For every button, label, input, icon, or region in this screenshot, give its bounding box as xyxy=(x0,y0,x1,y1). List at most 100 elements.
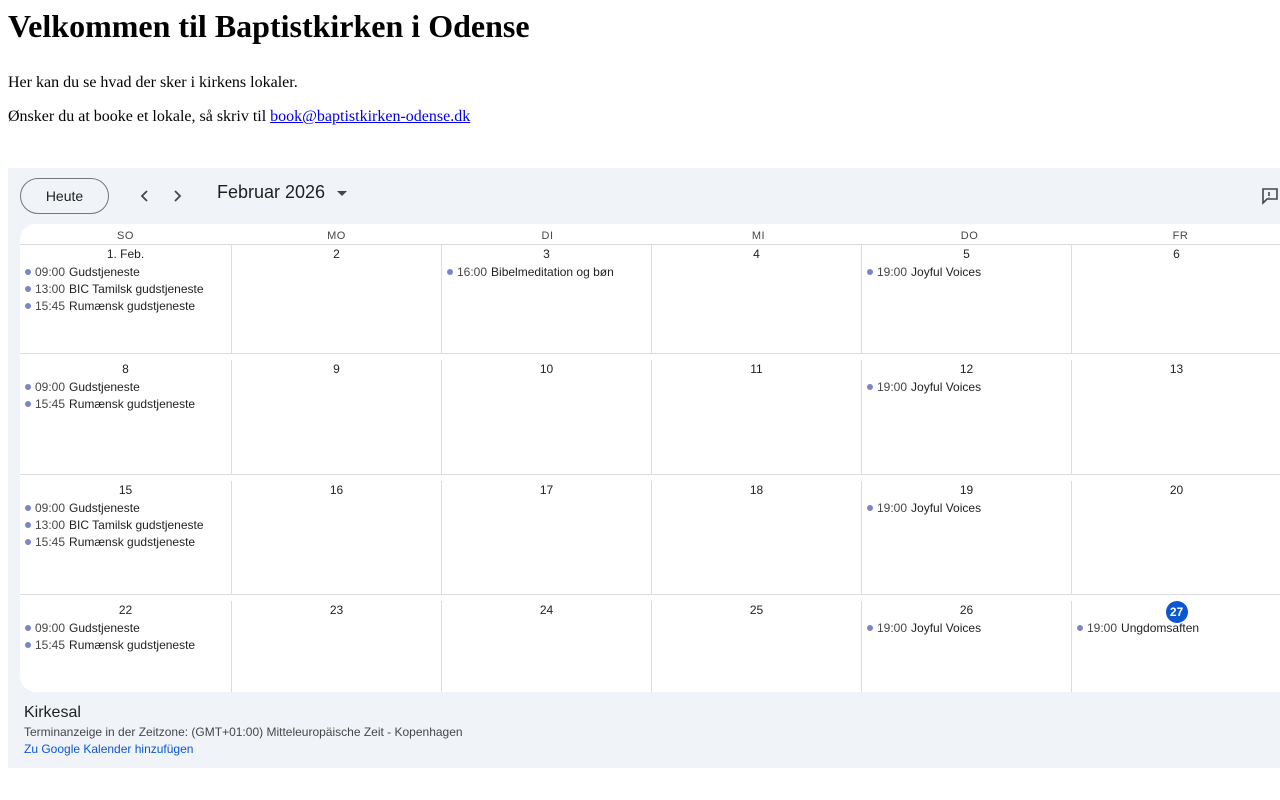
day-cell[interactable]: 13 xyxy=(1071,360,1280,474)
booking-email-link[interactable]: book@baptistkirken-odense.dk xyxy=(270,108,470,125)
event-chip[interactable]: 13:00 BIC Tamilsk gudstjeneste xyxy=(20,280,231,297)
day-number[interactable]: 5 xyxy=(862,245,1071,263)
intro-text: Her kan du se hvad der sker i kirkens lo… xyxy=(8,74,298,91)
next-month-button[interactable] xyxy=(161,180,193,212)
day-number[interactable]: 8 xyxy=(20,360,231,378)
event-title: BIC Tamilsk gudstjeneste xyxy=(69,281,204,296)
day-number-label: 4 xyxy=(753,247,760,261)
day-cell[interactable]: 2 xyxy=(231,245,441,353)
day-number[interactable]: 23 xyxy=(232,601,441,619)
day-number[interactable]: 26 xyxy=(862,601,1071,619)
add-to-google-calendar-link[interactable]: Zu Google Kalender hinzufügen xyxy=(24,742,193,757)
day-number-label: 12 xyxy=(959,362,974,376)
calendar-toolbar: Heute Februar 2026 xyxy=(8,168,1280,224)
event-time: 09:00 xyxy=(35,620,66,635)
event-chip[interactable]: 19:00 Joyful Voices xyxy=(862,619,1071,636)
day-number[interactable]: 9 xyxy=(232,360,441,378)
day-cell[interactable]: 19 19:00 Joyful Voices xyxy=(861,481,1071,594)
event-chip[interactable]: 15:45 Rumænsk gudstjeneste xyxy=(20,636,231,653)
event-chip[interactable]: 09:00 Gudstjeneste xyxy=(20,499,231,516)
day-number[interactable]: 2 xyxy=(232,245,441,263)
month-grid: SO MO DI MI DO FR 1. Feb. 09:00 Gudstjeneste 13:… xyxy=(20,224,1280,692)
week-row: 22 09:00 Gudstjeneste 15:45 Rumænsk gudstjen… xyxy=(20,594,1280,692)
day-cell[interactable]: 9 xyxy=(231,360,441,474)
event-time: 15:45 xyxy=(35,396,66,411)
event-time: 19:00 xyxy=(877,500,908,515)
event-dot-icon xyxy=(25,504,31,511)
event-chip[interactable]: 19:00 Joyful Voices xyxy=(862,499,1071,516)
event-chip[interactable]: 15:45 Rumænsk gudstjeneste xyxy=(20,297,231,314)
day-cell[interactable]: 15 09:00 Gudstjeneste 13:00 BIC Tamilsk guds… xyxy=(20,481,231,594)
day-cell[interactable]: 24 xyxy=(441,601,651,692)
day-cell[interactable]: 3 16:00 Bibelmeditation og bøn xyxy=(441,245,651,353)
event-chip[interactable]: 13:00 BIC Tamilsk gudstjeneste xyxy=(20,516,231,533)
event-chip[interactable]: 19:00 Ungdomsaften xyxy=(1072,619,1280,636)
event-title: Joyful Voices xyxy=(911,620,982,635)
day-number[interactable]: 17 xyxy=(442,481,651,499)
page-title: Velkommen til Baptistkirken i Odense xyxy=(8,8,530,44)
day-cell[interactable]: 4 xyxy=(651,245,861,353)
day-number[interactable]: 1. Feb. xyxy=(20,245,231,263)
event-chip[interactable]: 09:00 Gudstjeneste xyxy=(20,619,231,636)
day-number[interactable]: 25 xyxy=(652,601,861,619)
day-number[interactable]: 24 xyxy=(442,601,651,619)
day-number[interactable]: 19 xyxy=(862,481,1071,499)
day-number[interactable]: 3 xyxy=(442,245,651,263)
day-cell[interactable]: 10 xyxy=(441,360,651,474)
event-chip[interactable]: 19:00 Joyful Voices xyxy=(862,263,1071,280)
day-cell[interactable]: 18 xyxy=(651,481,861,594)
week-row: 8 09:00 Gudstjeneste 15:45 Rumænsk gudstjene… xyxy=(20,353,1280,474)
event-time: 13:00 xyxy=(35,517,66,532)
day-cell[interactable]: 25 xyxy=(651,601,861,692)
event-time: 16:00 xyxy=(457,264,488,279)
event-dot-icon xyxy=(25,383,31,390)
day-cell[interactable]: 11 xyxy=(651,360,861,474)
day-cell[interactable]: 22 09:00 Gudstjeneste 15:45 Rumænsk gudstjen… xyxy=(20,601,231,692)
day-cell[interactable]: 12 19:00 Joyful Voices xyxy=(861,360,1071,474)
event-time: 09:00 xyxy=(35,500,66,515)
day-number[interactable]: 22 xyxy=(20,601,231,619)
event-chip[interactable]: 15:45 Rumænsk gudstjeneste xyxy=(20,395,231,412)
day-number[interactable]: 6 xyxy=(1072,245,1280,263)
day-cell[interactable]: 8 09:00 Gudstjeneste 15:45 Rumænsk gudstjene… xyxy=(20,360,231,474)
day-number[interactable]: 4 xyxy=(652,245,861,263)
event-chip[interactable]: 15:45 Rumænsk gudstjeneste xyxy=(20,533,231,550)
prev-month-button[interactable] xyxy=(129,180,161,212)
day-number-label: 26 xyxy=(959,603,974,617)
event-chip[interactable]: 19:00 Joyful Voices xyxy=(862,378,1071,395)
day-cell[interactable]: 26 19:00 Joyful Voices xyxy=(861,601,1071,692)
event-chip[interactable]: 16:00 Bibelmeditation og bøn xyxy=(442,263,651,280)
booking-text: Ønsker du at booke et lokale, så skriv t… xyxy=(8,108,271,125)
feedback-icon[interactable] xyxy=(1260,186,1280,211)
day-cell[interactable]: 16 xyxy=(231,481,441,594)
day-number[interactable]: 11 xyxy=(652,360,861,378)
day-cell[interactable]: 20 xyxy=(1071,481,1280,594)
event-title: Joyful Voices xyxy=(911,264,982,279)
weekday-header: DI xyxy=(541,230,554,242)
chevron-right-icon xyxy=(174,190,182,202)
day-number[interactable]: 20 xyxy=(1072,481,1280,499)
day-cell[interactable]: 5 19:00 Joyful Voices xyxy=(861,245,1071,353)
day-number-label: 22 xyxy=(118,603,133,617)
day-number[interactable]: 10 xyxy=(442,360,651,378)
day-number[interactable]: 18 xyxy=(652,481,861,499)
day-number-label: 6 xyxy=(1173,247,1180,261)
event-time: 09:00 xyxy=(35,379,66,394)
today-button[interactable]: Heute xyxy=(20,178,109,214)
day-cell[interactable]: 27 19:00 Ungdomsaften xyxy=(1071,601,1280,692)
day-cell[interactable]: 23 xyxy=(231,601,441,692)
day-cell[interactable]: 1. Feb. 09:00 Gudstjeneste 13:00 BIC Tamilsk… xyxy=(20,245,231,353)
day-number-label: 9 xyxy=(333,362,340,376)
event-chip[interactable]: 09:00 Gudstjeneste xyxy=(20,378,231,395)
day-number[interactable]: 15 xyxy=(20,481,231,499)
day-cell[interactable]: 6 xyxy=(1071,245,1280,353)
event-title: Ungdomsaften xyxy=(1121,620,1200,635)
event-dot-icon xyxy=(25,641,31,648)
day-cell[interactable]: 17 xyxy=(441,481,651,594)
day-number[interactable]: 12 xyxy=(862,360,1071,378)
day-number[interactable]: 13 xyxy=(1072,360,1280,378)
day-number-today[interactable]: 27 xyxy=(1072,601,1280,623)
event-chip[interactable]: 09:00 Gudstjeneste xyxy=(20,263,231,280)
month-selector[interactable]: Februar 2026 xyxy=(217,182,348,203)
day-number[interactable]: 16 xyxy=(232,481,441,499)
